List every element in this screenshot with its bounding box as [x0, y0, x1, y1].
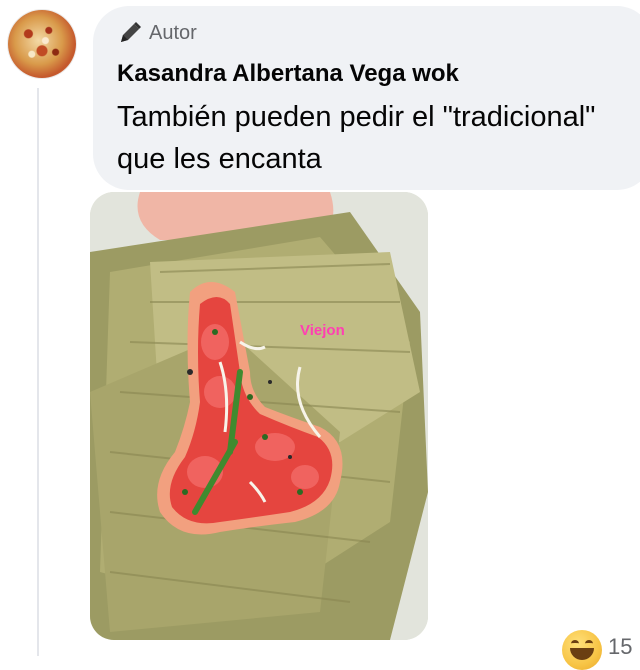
photo-watermark: Viejon [300, 322, 345, 339]
comment-photo[interactable]: Viejon [90, 192, 428, 640]
author-name[interactable]: Kasandra Albertana Vega wok [117, 60, 459, 88]
comment-text: También pueden pedir el "tradicional" qu… [117, 101, 596, 175]
reaction-count[interactable]: 15 [608, 634, 632, 660]
author-badge: Autor [117, 20, 197, 46]
avatar-food-image [8, 10, 76, 78]
author-badge-label: Autor [149, 21, 197, 44]
avatar[interactable] [8, 10, 76, 78]
haha-emoji-icon[interactable] [562, 630, 602, 670]
pen-icon [117, 20, 143, 46]
thread-line [37, 88, 39, 656]
